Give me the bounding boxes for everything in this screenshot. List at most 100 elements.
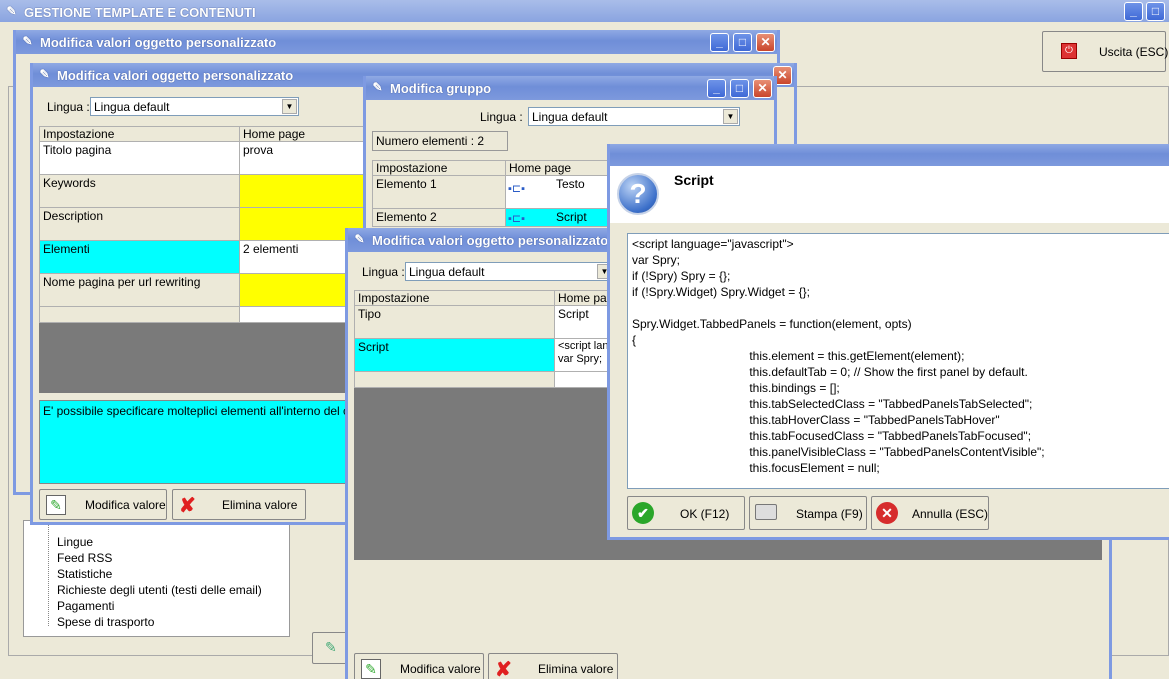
- row-name: Elemento 1: [372, 175, 506, 209]
- edit-icon: ✎: [325, 639, 337, 655]
- code-line: this.tabHoverClass = "TabbedPanelsTabHov…: [696, 413, 1000, 427]
- edit-icon: ✎: [46, 495, 66, 515]
- info-text: E' possibile specificare molteplici elem…: [43, 404, 390, 418]
- code-line: {: [632, 333, 637, 347]
- minimize-button[interactable]: _: [710, 33, 729, 52]
- window-icon: ✎: [354, 232, 365, 246]
- chevron-down-icon[interactable]: ▼: [723, 109, 738, 124]
- ok-button[interactable]: ✔ OK (F12): [627, 496, 745, 530]
- col-header-setting[interactable]: Impostazione: [354, 290, 555, 306]
- code-line: this.defaultTab = 0; // Show the first p…: [696, 365, 1028, 379]
- delete-icon: ✘: [495, 659, 512, 679]
- code-line: this.element = this.getElement(element);: [696, 349, 965, 363]
- ok-label: OK (F12): [680, 507, 730, 521]
- close-button[interactable]: ✕: [753, 79, 772, 98]
- group-window-title: Modifica gruppo: [390, 81, 492, 96]
- tree-item[interactable]: Pagamenti: [57, 599, 114, 613]
- tree-item[interactable]: Statistiche: [57, 567, 112, 581]
- maximize-button[interactable]: □: [733, 33, 752, 52]
- exit-label: Uscita (ESC): [1099, 45, 1169, 59]
- element-count-text: Numero elementi : 2: [376, 134, 485, 148]
- power-icon: ⏻: [1061, 43, 1077, 59]
- code-line: if (!Spry) Spry = {};: [632, 269, 731, 283]
- code-line: this.focusElement = null;: [696, 461, 880, 475]
- lingua-select[interactable]: Lingua default ▼: [90, 97, 299, 116]
- tree-item[interactable]: Lingue: [57, 535, 93, 549]
- delete-icon: ✘: [179, 495, 196, 517]
- exit-button[interactable]: ⏻ Uscita (ESC): [1042, 31, 1169, 72]
- lingua-select[interactable]: Lingua default ▼: [405, 262, 614, 281]
- edit-value-button[interactable]: ✎ Modifica valore: [354, 653, 484, 679]
- script-edit-window-title: Modifica valori oggetto personalizzato: [372, 233, 609, 248]
- script-textarea[interactable]: <script language="javascript"> var Spry;…: [627, 233, 1169, 489]
- lingua-value: Lingua default: [94, 100, 170, 114]
- lingua-value: Lingua default: [409, 265, 485, 279]
- edit-value-label: Modifica valore: [85, 498, 166, 512]
- row-value-text: Script: [556, 210, 587, 224]
- row-name: Titolo pagina: [39, 141, 240, 175]
- row-name: Script: [354, 338, 555, 372]
- tree-structure-icon: ▪⊏▪: [508, 213, 526, 225]
- cancel-icon: ✕: [876, 502, 898, 524]
- code-line: var Spry;: [632, 253, 681, 267]
- tree-structure-icon: ▪⊏▪: [508, 183, 526, 195]
- delete-value-label: Elimina valore: [222, 498, 298, 512]
- dialog-title: Script: [674, 172, 714, 188]
- tree-item[interactable]: Feed RSS: [57, 551, 112, 565]
- col-header-setting[interactable]: Impostazione: [372, 160, 506, 176]
- lingua-label: Lingua :: [362, 265, 405, 279]
- delete-value-button[interactable]: ✘ Elimina valore: [172, 489, 306, 520]
- edit-value-button[interactable]: ✎ Modifica valore: [39, 489, 167, 520]
- print-button[interactable]: Stampa (F9): [749, 496, 867, 530]
- script-dialog-titlebar: [610, 144, 1169, 166]
- dialog-header: ? Script: [610, 166, 1169, 223]
- row-name: Elementi: [39, 240, 240, 274]
- row-name: Nome pagina per url rewriting: [39, 273, 240, 307]
- close-button[interactable]: ✕: [756, 33, 775, 52]
- window-icon: ✎: [22, 34, 33, 48]
- app-titlebar: ✎ GESTIONE TEMPLATE E CONTENUTI: [0, 0, 1169, 22]
- app-icon: ✎: [6, 4, 17, 18]
- code-line: this.tabSelectedClass = "TabbedPanelsTab…: [696, 397, 1033, 411]
- lingua-value: Lingua default: [532, 110, 608, 124]
- tree-line: [48, 521, 49, 626]
- app-minimize-button[interactable]: _: [1124, 2, 1143, 21]
- code-line: if (!Spry.Widget) Spry.Widget = {};: [632, 285, 810, 299]
- app-maximize-button[interactable]: □: [1146, 2, 1165, 21]
- edit-icon: ✎: [361, 659, 381, 679]
- script-dialog: ? Script <script language="javascript"> …: [607, 144, 1169, 540]
- row-name: Tipo: [354, 305, 555, 339]
- code-line: this.bindings = [];: [696, 381, 840, 395]
- maximize-button[interactable]: □: [730, 79, 749, 98]
- delete-value-label: Elimina valore: [538, 662, 614, 676]
- row-name: [354, 371, 555, 388]
- minimize-button[interactable]: _: [707, 79, 726, 98]
- row-name: Description: [39, 207, 240, 241]
- window-icon: ✎: [372, 80, 383, 94]
- row-name: Elemento 2: [372, 208, 506, 227]
- app-title: GESTIONE TEMPLATE E CONTENUTI: [24, 5, 256, 20]
- element-count: Numero elementi : 2: [372, 131, 508, 151]
- cancel-label: Annulla (ESC): [912, 507, 989, 521]
- delete-value-button[interactable]: ✘ Elimina valore: [488, 653, 618, 679]
- window-icon: ✎: [39, 67, 50, 81]
- question-icon: ?: [617, 173, 659, 215]
- edit-value-label: Modifica valore: [400, 662, 481, 676]
- col-header-setting[interactable]: Impostazione: [39, 126, 240, 142]
- check-icon: ✔: [632, 502, 654, 524]
- code-line: this.tabFocusedClass = "TabbedPanelsTabF…: [696, 429, 1032, 443]
- row-name: Keywords: [39, 174, 240, 208]
- printer-icon: [755, 504, 777, 520]
- code-line: <script language="javascript">: [632, 237, 794, 251]
- code-line: this.panelVisibleClass = "TabbedPanelsCo…: [696, 445, 1045, 459]
- tree-item[interactable]: Spese di trasporto: [57, 615, 154, 629]
- lingua-select[interactable]: Lingua default ▼: [528, 107, 740, 126]
- cancel-button[interactable]: ✕ Annulla (ESC): [871, 496, 989, 530]
- lingua-label: Lingua :: [47, 100, 90, 114]
- back-window-titlebar: ✎ Modifica valori oggetto personalizzato: [16, 30, 777, 54]
- chevron-down-icon[interactable]: ▼: [282, 99, 297, 114]
- code-line: Spry.Widget.TabbedPanels = function(elem…: [632, 317, 912, 331]
- print-label: Stampa (F9): [796, 507, 863, 521]
- tree-item[interactable]: Richieste degli utenti (testi delle emai…: [57, 583, 262, 597]
- row-name: [39, 306, 240, 323]
